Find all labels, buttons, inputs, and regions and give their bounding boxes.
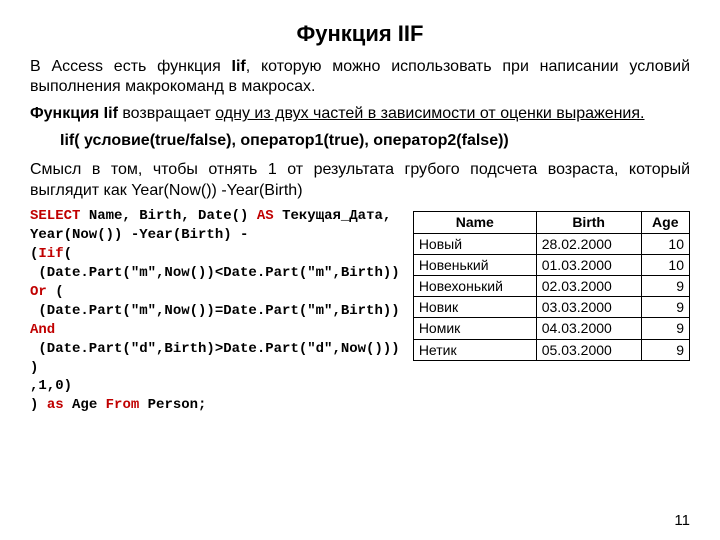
code-text: ,1,0)	[30, 378, 72, 394]
page-number: 11	[674, 511, 690, 531]
keyword-or: Or	[30, 284, 47, 300]
sql-code-block: SELECT Name, Birth, Date() AS Текущая_Да…	[30, 207, 386, 415]
cell-birth: 04.03.2000	[536, 318, 641, 339]
cell-age: 9	[641, 339, 689, 360]
explanation-paragraph: Смысл в том, чтобы отнять 1 от результат…	[30, 160, 690, 202]
code-text: )	[30, 360, 38, 376]
code-text: (Date.Part("m",Now())=Date.Part("m",Birt…	[30, 303, 400, 319]
result-table: Name Birth Age Новый28.02.200010 Новеньк…	[413, 211, 690, 360]
code-text: (	[64, 246, 72, 262]
code-text: Person;	[139, 397, 206, 413]
table-row: Новенький01.03.200010	[413, 254, 689, 275]
cell-age: 10	[641, 254, 689, 275]
cell-age: 10	[641, 233, 689, 254]
cell-birth: 28.02.2000	[536, 233, 641, 254]
code-text: Age	[64, 397, 106, 413]
underlined-text: одну из двух частей в зависимости от оце…	[215, 105, 644, 122]
cell-birth: 02.03.2000	[536, 275, 641, 296]
iif-keyword: Iif	[232, 58, 246, 75]
code-text: (Date.Part("d",Birth)>Date.Part("d",Now(…	[30, 341, 400, 357]
definition-paragraph: Функция Iif возвращает одну из двух част…	[30, 104, 690, 125]
cell-name: Новик	[413, 297, 536, 318]
syntax-line: Iif( условие(true/false), оператор1(true…	[60, 131, 690, 152]
keyword-and: And	[30, 322, 55, 338]
cell-name: Новый	[413, 233, 536, 254]
col-name: Name	[413, 212, 536, 233]
code-text: (	[47, 284, 64, 300]
cell-birth: 03.03.2000	[536, 297, 641, 318]
table-row: Новехонький02.03.20009	[413, 275, 689, 296]
cell-age: 9	[641, 275, 689, 296]
cell-age: 9	[641, 318, 689, 339]
cell-name: Новенький	[413, 254, 536, 275]
keyword-iif: Iif	[38, 246, 63, 262]
cell-birth: 05.03.2000	[536, 339, 641, 360]
table-row: Новый28.02.200010	[413, 233, 689, 254]
cell-name: Новехонький	[413, 275, 536, 296]
text: возвращает	[118, 105, 215, 122]
code-text: Name, Birth, Date()	[80, 208, 256, 224]
table-row: Нетик05.03.20009	[413, 339, 689, 360]
cell-birth: 01.03.2000	[536, 254, 641, 275]
cell-name: Номик	[413, 318, 536, 339]
cell-age: 9	[641, 297, 689, 318]
text: В Access есть функция	[30, 58, 232, 75]
iif-function-label: Функция Iif	[30, 105, 118, 122]
col-birth: Birth	[536, 212, 641, 233]
code-text: Текущая_Дата,	[274, 208, 392, 224]
keyword-as: as	[47, 397, 64, 413]
page-title: Функция IIF	[30, 20, 690, 49]
result-table-container: Name Birth Age Новый28.02.200010 Новеньк…	[413, 211, 690, 360]
code-text: Year(Now()) -Year(Birth) -	[30, 227, 248, 243]
keyword-as: AS	[257, 208, 274, 224]
table-header-row: Name Birth Age	[413, 212, 689, 233]
table-row: Новик03.03.20009	[413, 297, 689, 318]
code-text: )	[30, 397, 47, 413]
keyword-select: SELECT	[30, 208, 80, 224]
keyword-from: From	[106, 397, 140, 413]
col-age: Age	[641, 212, 689, 233]
intro-paragraph: В Access есть функция Iif, которую можно…	[30, 57, 690, 99]
code-text: (Date.Part("m",Now())<Date.Part("m",Birt…	[30, 265, 400, 281]
table-row: Номик04.03.20009	[413, 318, 689, 339]
cell-name: Нетик	[413, 339, 536, 360]
